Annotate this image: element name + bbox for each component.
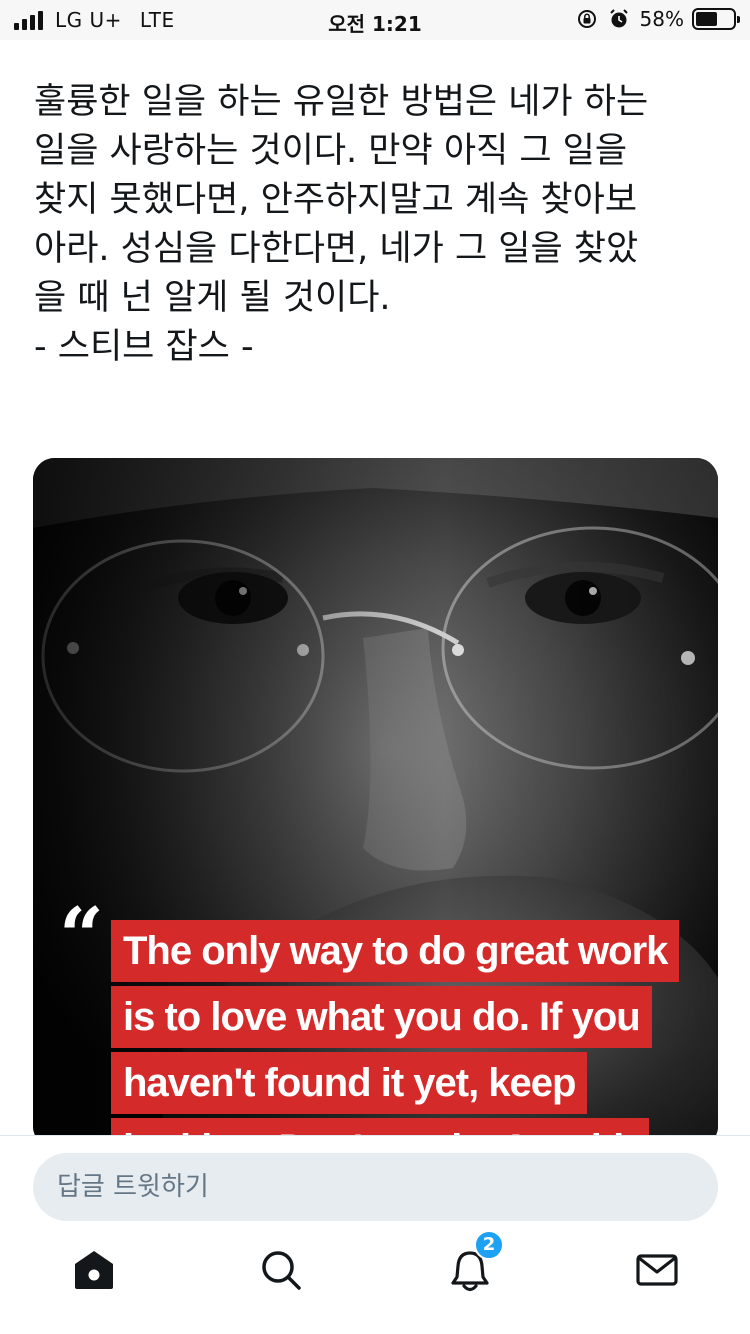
bottom-tab-bar: 2 [0, 1230, 750, 1334]
tweet-text-line: - 스티브 잡스 - [34, 327, 254, 367]
tweet-text-line: 찾지 못했다면, 안주하지말고 계속 찾아보 [34, 180, 638, 220]
status-bar: LG U+ LTE 오전 1:21 58% [0, 0, 750, 40]
tab-home[interactable] [64, 1240, 124, 1300]
tweet-text: 훌륭한 일을 하는 유일한 방법은 네가 하는 일을 사랑하는 것이다. 만약 … [34, 78, 724, 372]
tweet-text-line: 을 때 넌 알게 될 것이다. [34, 278, 391, 318]
tab-search[interactable] [251, 1240, 311, 1300]
search-icon [262, 1251, 301, 1290]
status-right: 58% [576, 7, 740, 31]
tab-messages[interactable] [627, 1240, 687, 1300]
rotation-lock-icon [577, 10, 596, 28]
messages-icon [636, 1254, 678, 1286]
quote-line: haven't found it yet, keep [111, 1052, 588, 1114]
home-icon [75, 1251, 113, 1289]
reply-input[interactable] [33, 1153, 718, 1221]
alarm-icon [609, 9, 628, 28]
quote-line: is to love what you do. If you [111, 986, 652, 1048]
tweet-text-line: 아라. 성심을 다한다면, 네가 그 일을 찾았 [34, 229, 639, 269]
quote-mark: “ [59, 891, 104, 982]
battery-percent: 58% [639, 7, 684, 31]
quote-line: The only way to do great work [111, 920, 680, 982]
tweet-text-line: 훌륭한 일을 하는 유일한 방법은 네가 하는 [34, 82, 649, 122]
tweet-media-image[interactable]: “ The only way to do great work is to lo… [33, 458, 718, 1148]
tab-notifications[interactable]: 2 [440, 1230, 504, 1300]
battery-icon [692, 8, 740, 30]
tweet-text-line: 일을 사랑하는 것이다. 만약 아직 그 일을 [34, 131, 628, 171]
notifications-badge: 2 [474, 1230, 504, 1260]
